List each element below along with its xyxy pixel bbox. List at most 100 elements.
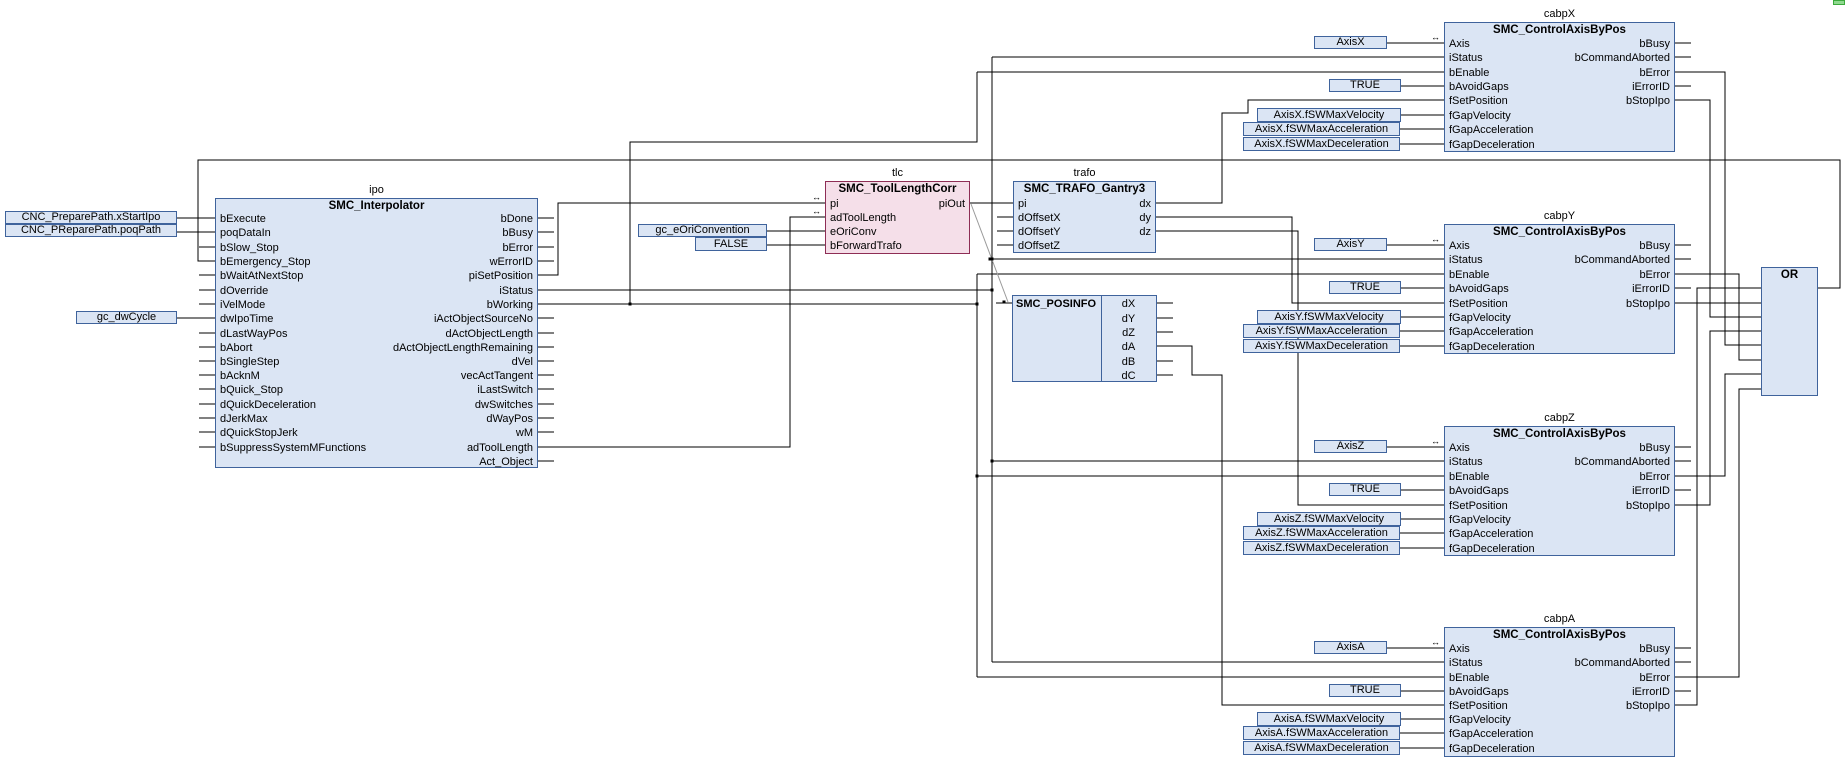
pin-tlc-eOriConv[interactable]: eOriConv xyxy=(830,226,876,238)
pin-cabpA-Axis[interactable]: Axis xyxy=(1449,643,1470,655)
fb-block-or1[interactable]: OR xyxy=(1761,267,1818,396)
pin-cabpA-bStopIpo[interactable]: bStopIpo xyxy=(1626,700,1670,712)
pin-cabpA-bBusy[interactable]: bBusy xyxy=(1639,643,1670,655)
pin-cabpA-fGapDeceleration[interactable]: fGapDeceleration xyxy=(1449,743,1535,755)
pin-ipo-bWaitAtNextStop[interactable]: bWaitAtNextStop xyxy=(220,270,303,282)
fb-instance-label-cabpA[interactable]: cabpA xyxy=(1490,613,1630,625)
pin-cabpY-iStatus[interactable]: iStatus xyxy=(1449,254,1483,266)
fb-block-trafo[interactable]: SMC_TRAFO_Gantry3pidOffsetXdOffsetYdOffs… xyxy=(1013,181,1156,253)
pin-ipo-vecActTangent[interactable]: vecActTangent xyxy=(461,370,533,382)
pin-posinfo-dB[interactable]: dB xyxy=(1101,356,1156,368)
pin-cabpZ-bBusy[interactable]: bBusy xyxy=(1639,442,1670,454)
value-box-axisy_acc[interactable]: AxisY.fSWMaxAcceleration xyxy=(1243,324,1400,338)
pin-ipo-adToolLength[interactable]: adToolLength xyxy=(467,442,533,454)
pin-ipo-dJerkMax[interactable]: dJerkMax xyxy=(220,413,268,425)
pin-cabpZ-fGapAcceleration[interactable]: fGapAcceleration xyxy=(1449,528,1533,540)
value-box-axisa_acc[interactable]: AxisA.fSWMaxAcceleration xyxy=(1243,726,1400,740)
pin-cabpY-iErrorID[interactable]: iErrorID xyxy=(1632,283,1670,295)
pin-ipo-dActObjectLength[interactable]: dActObjectLength xyxy=(446,328,533,340)
pin-tlc-adToolLength[interactable]: adToolLength xyxy=(830,212,896,224)
pin-cabpZ-Axis[interactable]: Axis xyxy=(1449,442,1470,454)
pin-ipo-iStatus[interactable]: iStatus xyxy=(499,285,533,297)
pin-cabpZ-bAvoidGaps[interactable]: bAvoidGaps xyxy=(1449,485,1509,497)
pin-cabpZ-bEnable[interactable]: bEnable xyxy=(1449,471,1489,483)
pin-cabpZ-bCommandAborted[interactable]: bCommandAborted xyxy=(1575,456,1670,468)
value-box-axisy[interactable]: AxisY xyxy=(1314,238,1387,251)
pin-ipo-dVel[interactable]: dVel xyxy=(512,356,533,368)
value-box-prep_xstartipo[interactable]: CNC_PreparePath.xStartIpo xyxy=(5,211,177,224)
pin-ipo-Act_Object[interactable]: Act_Object xyxy=(479,456,533,468)
pin-cabpY-bError[interactable]: bError xyxy=(1639,269,1670,281)
pin-ipo-bDone[interactable]: bDone xyxy=(501,213,533,225)
pin-cabpZ-iStatus[interactable]: iStatus xyxy=(1449,456,1483,468)
pin-trafo-dz[interactable]: dz xyxy=(1139,226,1151,238)
pin-trafo-dOffsetY[interactable]: dOffsetY xyxy=(1018,226,1061,238)
pin-cabpA-bEnable[interactable]: bEnable xyxy=(1449,672,1489,684)
pin-ipo-bQuick_Stop[interactable]: bQuick_Stop xyxy=(220,384,283,396)
pin-ipo-bSingleStep[interactable]: bSingleStep xyxy=(220,356,279,368)
fb-instance-label-cabpY[interactable]: cabpY xyxy=(1490,210,1630,222)
pin-cabpA-bError[interactable]: bError xyxy=(1639,672,1670,684)
value-box-prep_poqpath[interactable]: CNC_PReparePath.poqPath xyxy=(5,224,177,237)
pin-trafo-dx[interactable]: dx xyxy=(1139,198,1151,210)
pin-ipo-poqDataIn[interactable]: poqDataIn xyxy=(220,227,271,239)
pin-ipo-bExecute[interactable]: bExecute xyxy=(220,213,266,225)
fb-instance-label-cabpX[interactable]: cabpX xyxy=(1490,8,1630,20)
fb-block-cabpZ[interactable]: SMC_ControlAxisByPosAxisiStatusbEnablebA… xyxy=(1444,426,1675,556)
value-box-axisz[interactable]: AxisZ xyxy=(1314,440,1387,453)
pin-cabpZ-bStopIpo[interactable]: bStopIpo xyxy=(1626,500,1670,512)
pin-ipo-dwSwitches[interactable]: dwSwitches xyxy=(475,399,533,411)
pin-cabpA-bAvoidGaps[interactable]: bAvoidGaps xyxy=(1449,686,1509,698)
pin-cabpX-fSetPosition[interactable]: fSetPosition xyxy=(1449,95,1508,107)
pin-cabpX-bCommandAborted[interactable]: bCommandAborted xyxy=(1575,52,1670,64)
value-box-axisx_dec[interactable]: AxisX.fSWMaxDeceleration xyxy=(1243,137,1400,151)
pin-ipo-dWayPos[interactable]: dWayPos xyxy=(486,413,533,425)
pin-ipo-iActObjectSourceNo[interactable]: iActObjectSourceNo xyxy=(434,313,533,325)
pin-ipo-bSuppressSystemMFunctions[interactable]: bSuppressSystemMFunctions xyxy=(220,442,366,454)
pin-ipo-bError[interactable]: bError xyxy=(502,242,533,254)
pin-cabpX-fGapDeceleration[interactable]: fGapDeceleration xyxy=(1449,139,1535,151)
pin-cabpY-bEnable[interactable]: bEnable xyxy=(1449,269,1489,281)
pin-ipo-iVelMode[interactable]: iVelMode xyxy=(220,299,265,311)
pin-trafo-dOffsetZ[interactable]: dOffsetZ xyxy=(1018,240,1060,252)
value-box-axisa_vel[interactable]: AxisA.fSWMaxVelocity xyxy=(1257,712,1401,726)
pin-ipo-dwIpoTime[interactable]: dwIpoTime xyxy=(220,313,273,325)
pin-cabpY-bCommandAborted[interactable]: bCommandAborted xyxy=(1575,254,1670,266)
pin-trafo-dy[interactable]: dy xyxy=(1139,212,1151,224)
pin-cabpZ-fSetPosition[interactable]: fSetPosition xyxy=(1449,500,1508,512)
fb-block-ipo[interactable]: SMC_InterpolatorbExecutepoqDataInbSlow_S… xyxy=(215,198,538,468)
pin-ipo-bAbort[interactable]: bAbort xyxy=(220,342,252,354)
pin-cabpX-fGapVelocity[interactable]: fGapVelocity xyxy=(1449,110,1511,122)
pin-cabpY-bAvoidGaps[interactable]: bAvoidGaps xyxy=(1449,283,1509,295)
pin-cabpZ-bError[interactable]: bError xyxy=(1639,471,1670,483)
fb-block-cabpX[interactable]: SMC_ControlAxisByPosAxisiStatusbEnablebA… xyxy=(1444,22,1675,152)
pin-cabpX-iErrorID[interactable]: iErrorID xyxy=(1632,81,1670,93)
pin-trafo-dOffsetX[interactable]: dOffsetX xyxy=(1018,212,1061,224)
pin-cabpA-fSetPosition[interactable]: fSetPosition xyxy=(1449,700,1508,712)
pin-cabpX-bAvoidGaps[interactable]: bAvoidGaps xyxy=(1449,81,1509,93)
value-box-true_x[interactable]: TRUE xyxy=(1329,79,1401,92)
pin-ipo-dOverride[interactable]: dOverride xyxy=(220,285,268,297)
pin-ipo-bWorking[interactable]: bWorking xyxy=(487,299,533,311)
pin-ipo-dActObjectLengthRemaining[interactable]: dActObjectLengthRemaining xyxy=(393,342,533,354)
pin-ipo-piSetPosition[interactable]: piSetPosition xyxy=(469,270,533,282)
value-box-axisx_vel[interactable]: AxisX.fSWMaxVelocity xyxy=(1257,108,1401,122)
pin-cabpX-fGapAcceleration[interactable]: fGapAcceleration xyxy=(1449,124,1533,136)
pin-tlc-pi[interactable]: pi xyxy=(830,198,839,210)
pin-posinfo-dX[interactable]: dX xyxy=(1101,298,1156,310)
pin-tlc-bForwardTrafo[interactable]: bForwardTrafo xyxy=(830,240,902,252)
pin-posinfo-dA[interactable]: dA xyxy=(1101,341,1156,353)
pin-ipo-bSlow_Stop[interactable]: bSlow_Stop xyxy=(220,242,279,254)
fb-block-cabpY[interactable]: SMC_ControlAxisByPosAxisiStatusbEnablebA… xyxy=(1444,224,1675,354)
pin-ipo-dLastWayPos[interactable]: dLastWayPos xyxy=(220,328,287,340)
pin-cabpY-bStopIpo[interactable]: bStopIpo xyxy=(1626,298,1670,310)
pin-cabpX-bBusy[interactable]: bBusy xyxy=(1639,38,1670,50)
pin-cabpZ-fGapDeceleration[interactable]: fGapDeceleration xyxy=(1449,543,1535,555)
pin-ipo-bEmergency_Stop[interactable]: bEmergency_Stop xyxy=(220,256,311,268)
value-box-axisy_dec[interactable]: AxisY.fSWMaxDeceleration xyxy=(1243,339,1400,353)
fb-block-cabpA[interactable]: SMC_ControlAxisByPosAxisiStatusbEnablebA… xyxy=(1444,627,1675,757)
pin-cabpY-Axis[interactable]: Axis xyxy=(1449,240,1470,252)
pin-ipo-wM[interactable]: wM xyxy=(516,427,533,439)
pin-cabpX-bStopIpo[interactable]: bStopIpo xyxy=(1626,95,1670,107)
value-box-axisz_dec[interactable]: AxisZ.fSWMaxDeceleration xyxy=(1243,541,1400,555)
